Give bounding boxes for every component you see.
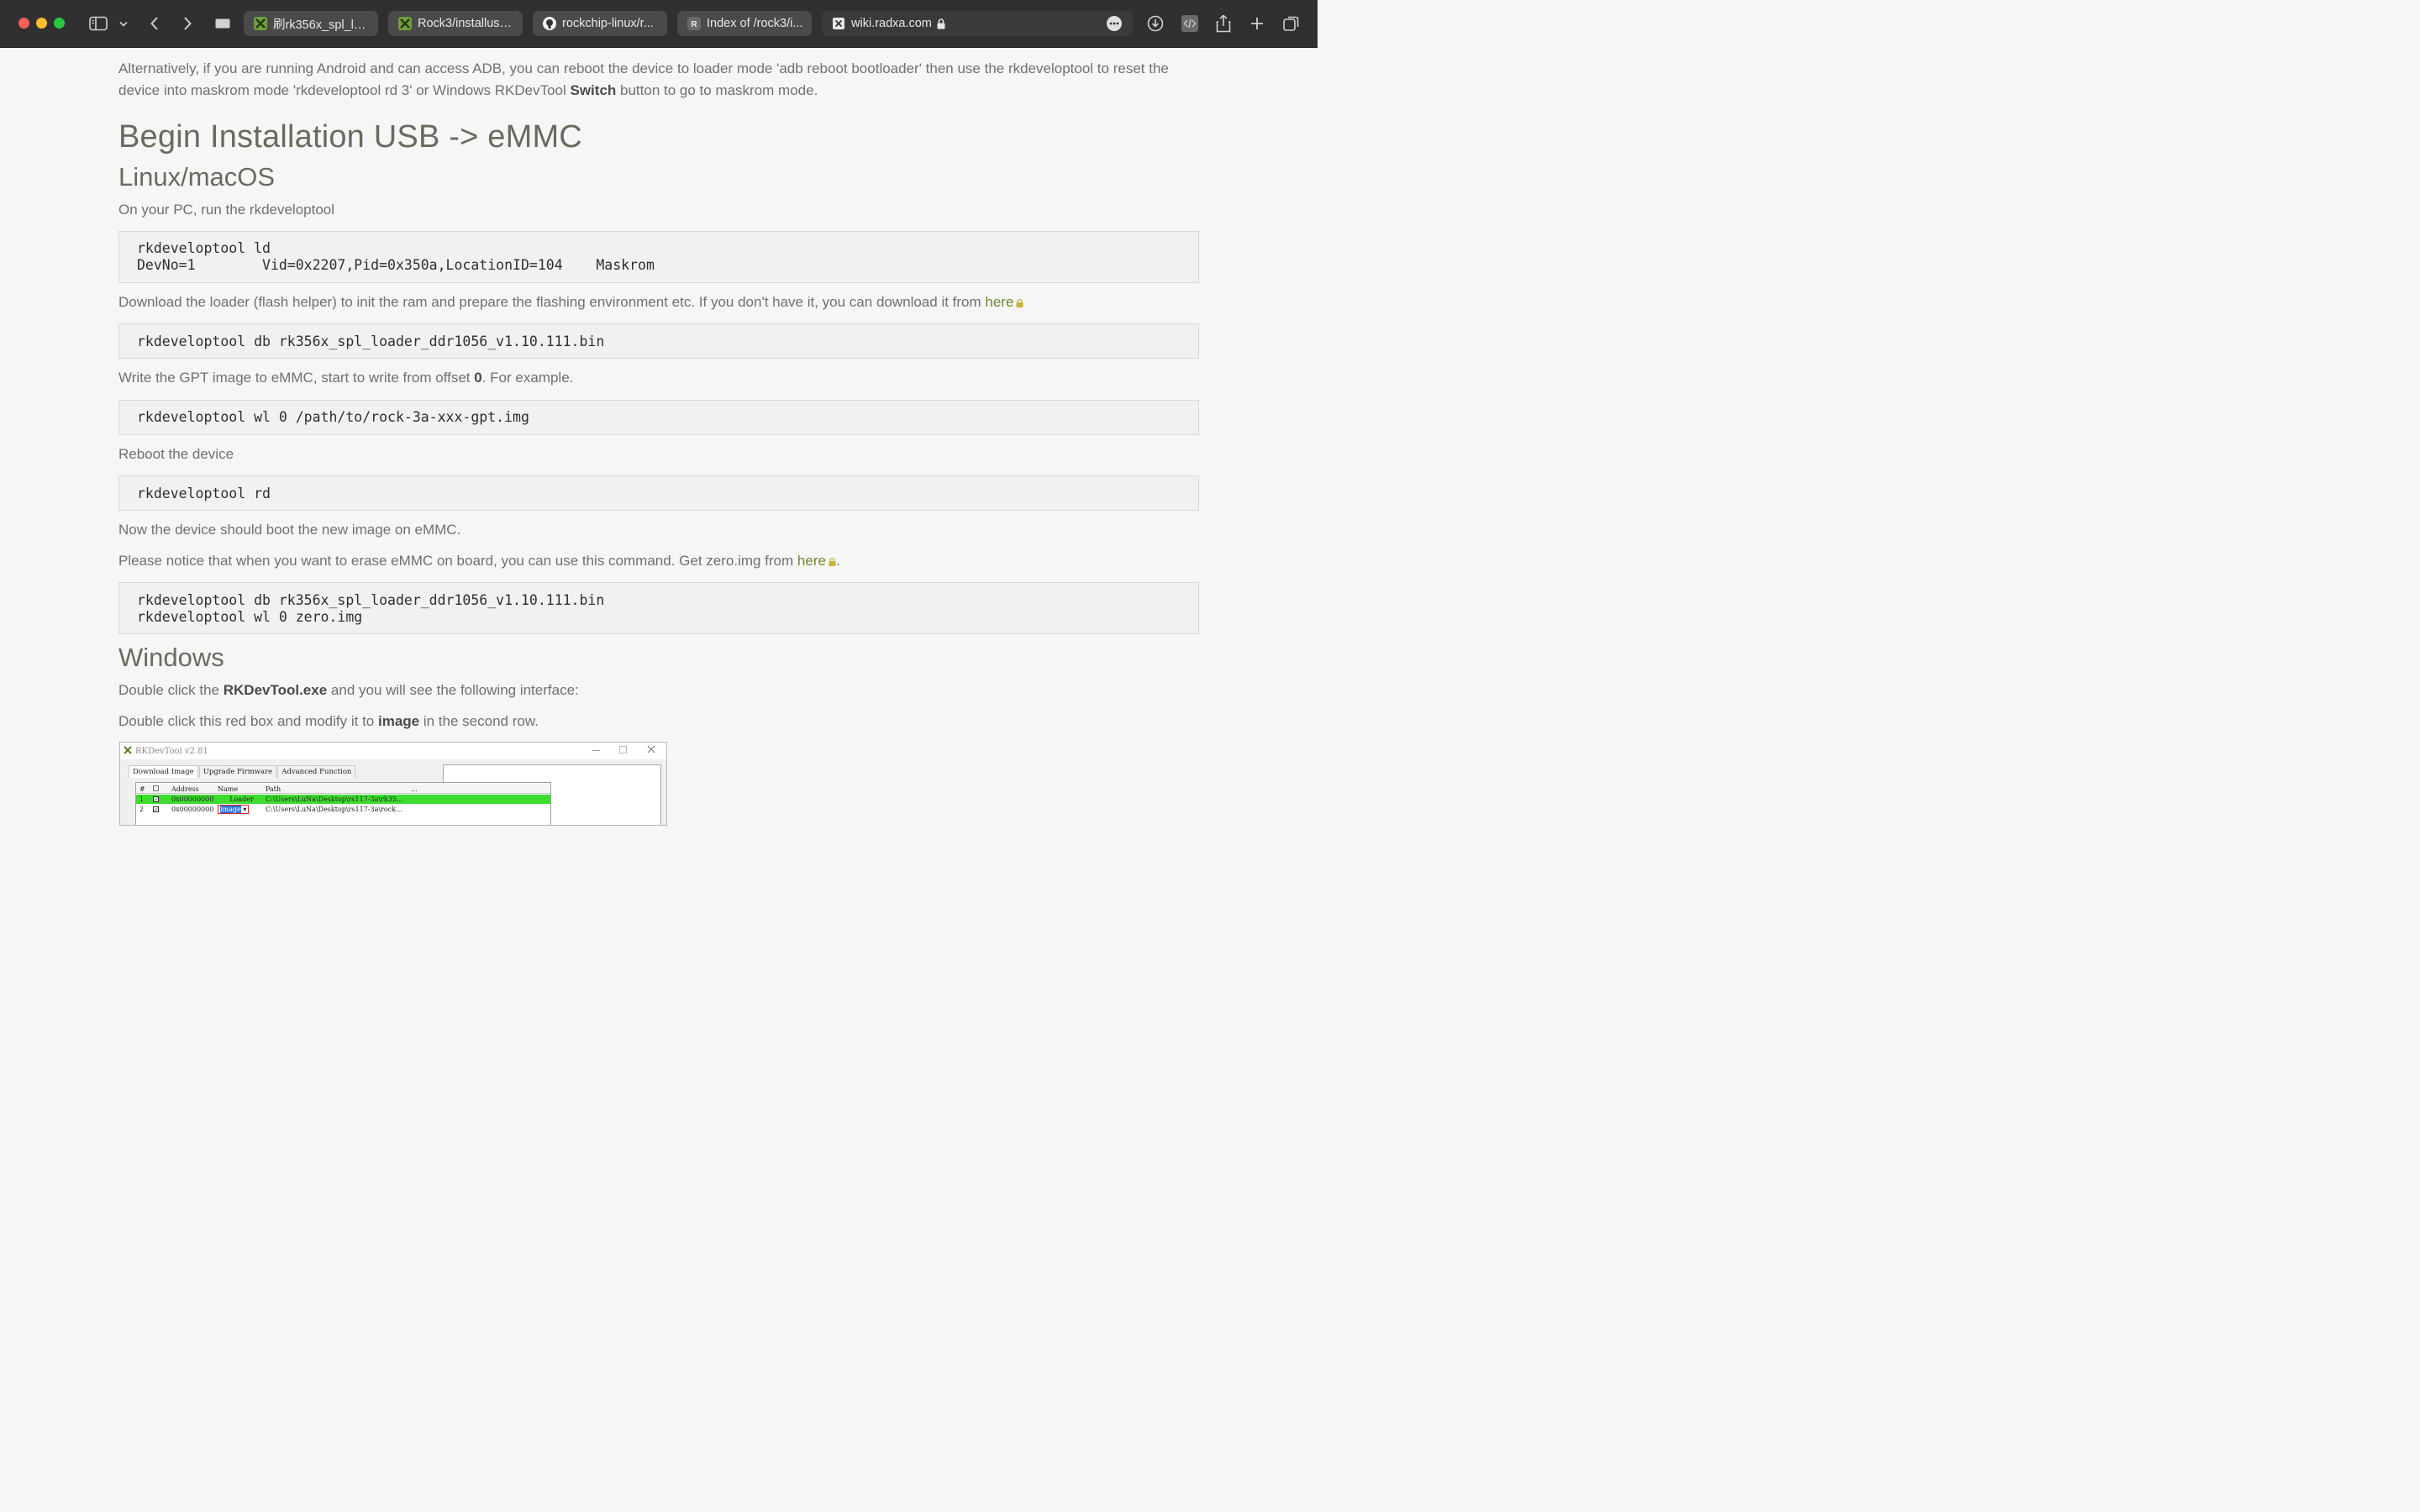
rkdevtool-tab-upgrade: Upgrade Firmware [198, 765, 277, 778]
column-header: Name [218, 785, 239, 793]
step2-text-end: in the second row. [419, 713, 539, 729]
code-block-db[interactable]: rkdeveloptool db rk356x_spl_loader_ddr10… [118, 323, 1199, 359]
site-x-icon [832, 17, 845, 30]
sidebar-toggle-icon[interactable] [88, 12, 108, 35]
radxa-leaf-icon [398, 17, 412, 30]
write-paragraph: Write the GPT image to eMMC, start to wr… [118, 367, 573, 389]
browser-tab-1[interactable]: 刷rk356x_spl_lo... [244, 11, 378, 36]
forward-arrow-icon[interactable] [179, 12, 196, 35]
browser-tab-active[interactable]: wiki.radxa.com [822, 11, 1133, 36]
write-text-end: . For example. [481, 370, 574, 386]
erase-text: Please notice that when you want to eras… [118, 553, 797, 569]
rkdevtool-tabs: Download Image Upgrade Firmware Advanced… [129, 765, 356, 778]
intro-text-end: button to go to maskrom mode. [616, 82, 818, 98]
back-arrow-icon[interactable] [146, 12, 163, 35]
erase-period: . [835, 553, 840, 569]
loader-paragraph: Download the loader (flash helper) to in… [118, 291, 1202, 313]
reboot-instruction: Reboot the device [118, 446, 234, 462]
browser-toolbar: 刷rk356x_spl_lo... Rock3/installusb... ro… [0, 0, 1318, 48]
lock-icon [1016, 292, 1023, 307]
developer-tools-icon[interactable] [1180, 12, 1200, 35]
step1-text-end: and you will see the following interface… [327, 682, 579, 698]
row-path: C:\Users\LuNa\Desktop\rs117-3a\rock... [266, 806, 402, 813]
new-tab-icon[interactable] [1248, 12, 1266, 35]
windows-step-2: Double click this red box and modify it … [118, 711, 539, 732]
window-zoom-button[interactable] [54, 18, 65, 29]
browser-tab-2[interactable]: Rock3/installusb... [388, 11, 523, 36]
intro-paragraph: Alternatively, if you are running Androi… [118, 58, 1202, 102]
section-heading-install: Begin Installation USB -> eMMC [118, 119, 582, 155]
row-name-dropdown: image ▾ [218, 805, 266, 814]
rkdevtool-tab-advanced: Advanced Function [277, 765, 356, 778]
code-block-ld[interactable]: rkdeveloptool ld DevNo=1 Vid=0x2207,Pid=… [118, 231, 1199, 283]
table-row: 1 ✓ 0x00000000 Loader C:\Users\LuNa\Desk… [136, 795, 550, 804]
table-header: # Address Name Path ... [136, 785, 550, 794]
tab-title: wiki.radxa.com [851, 17, 932, 30]
loader-download-link[interactable]: here [985, 294, 1013, 310]
tab-title: Rock3/installusb... [418, 17, 514, 30]
zero-img-link[interactable]: here [797, 553, 826, 569]
boot-note: Now the device should boot the new image… [118, 522, 461, 538]
close-icon [647, 745, 655, 756]
row-path: C:\Users\LuNa\Desktop\rs117-3a\rk35... [266, 795, 403, 803]
column-header: Path [266, 785, 281, 793]
step2-text: Double click this red box and modify it … [118, 713, 378, 729]
checkbox-checked-icon: ✓ [153, 806, 159, 813]
subheading-linux-macos: Linux/macOS [118, 162, 276, 192]
run-instruction: On your PC, run the rkdeveloptool [118, 202, 335, 218]
maximize-icon [619, 746, 627, 753]
chevron-down-icon[interactable] [118, 12, 129, 35]
lock-icon [937, 18, 945, 29]
row-address: 0x00000000 [171, 795, 214, 803]
row-name: Loader [229, 795, 254, 803]
switch-bold: Switch [570, 82, 617, 98]
row-number: 1 [139, 795, 145, 803]
write-text: Write the GPT image to eMMC, start to wr… [118, 370, 475, 386]
github-icon [543, 17, 556, 30]
svg-text:R: R [691, 20, 697, 29]
rkdevtool-screenshot: RKDevTool v2.81 Download Image Upgrade F… [119, 742, 667, 826]
tab-title: 刷rk356x_spl_lo... [273, 18, 370, 32]
minimize-icon [592, 750, 600, 751]
code-block-erase[interactable]: rkdeveloptool db rk356x_spl_loader_ddr10… [118, 582, 1199, 634]
browser-tab-3[interactable]: rockchip-linux/r... [533, 11, 667, 36]
step1-text: Double click the [118, 682, 224, 698]
downloads-icon[interactable] [1146, 12, 1165, 35]
tab-title: rockchip-linux/r... [562, 17, 654, 30]
row-name: image [220, 806, 241, 813]
browser-tab-4[interactable]: R Index of /rock3/i... [677, 11, 812, 36]
rkdevtool-titlebar: RKDevTool v2.81 [120, 743, 666, 759]
code-block-rd[interactable]: rkdeveloptool rd [118, 475, 1199, 511]
window-close-button[interactable] [18, 18, 29, 29]
rkdevtool-image-table: # Address Name Path ... 1 ✓ 0x00000000 L… [135, 782, 551, 825]
checkbox-icon [153, 785, 171, 793]
row-number: 2 [139, 806, 145, 813]
window-minimize-button[interactable] [36, 18, 47, 29]
checkbox-checked-icon: ✓ [153, 796, 159, 803]
rkdevtool-tab-download: Download Image [129, 765, 198, 778]
r-letter-icon: R [687, 17, 701, 30]
windows-step-1: Double click the RKDevTool.exe and you w… [118, 680, 579, 701]
loader-text: Download the loader (flash helper) to in… [118, 294, 986, 310]
column-header: # [139, 785, 145, 793]
radxa-leaf-icon [254, 17, 267, 30]
image-bold: image [377, 713, 420, 729]
offset-bold: 0 [474, 370, 482, 386]
rkdevtool-title: RKDevTool v2.81 [135, 746, 208, 756]
row-address: 0x00000000 [171, 806, 214, 813]
erase-paragraph: Please notice that when you want to eras… [118, 550, 840, 572]
tab-overview-icon[interactable] [213, 12, 232, 35]
rkdevtool-exe-bold: RKDevTool.exe [223, 682, 328, 698]
tab-grid-icon[interactable] [1282, 12, 1301, 35]
table-row: 2 ✓ 0x00000000 image ▾ C:\Users\LuNa\Des… [136, 805, 550, 814]
column-header: ... [411, 785, 418, 793]
rkdevtool-app-icon [124, 746, 132, 754]
subheading-windows: Windows [118, 643, 224, 672]
column-header: Address [171, 785, 199, 793]
tab-title: Index of /rock3/i... [707, 17, 803, 30]
share-icon[interactable] [1214, 12, 1233, 35]
more-options-icon[interactable] [1106, 15, 1123, 32]
lock-icon [829, 551, 836, 566]
code-block-wl[interactable]: rkdeveloptool wl 0 /path/to/rock-3a-xxx-… [118, 400, 1199, 435]
